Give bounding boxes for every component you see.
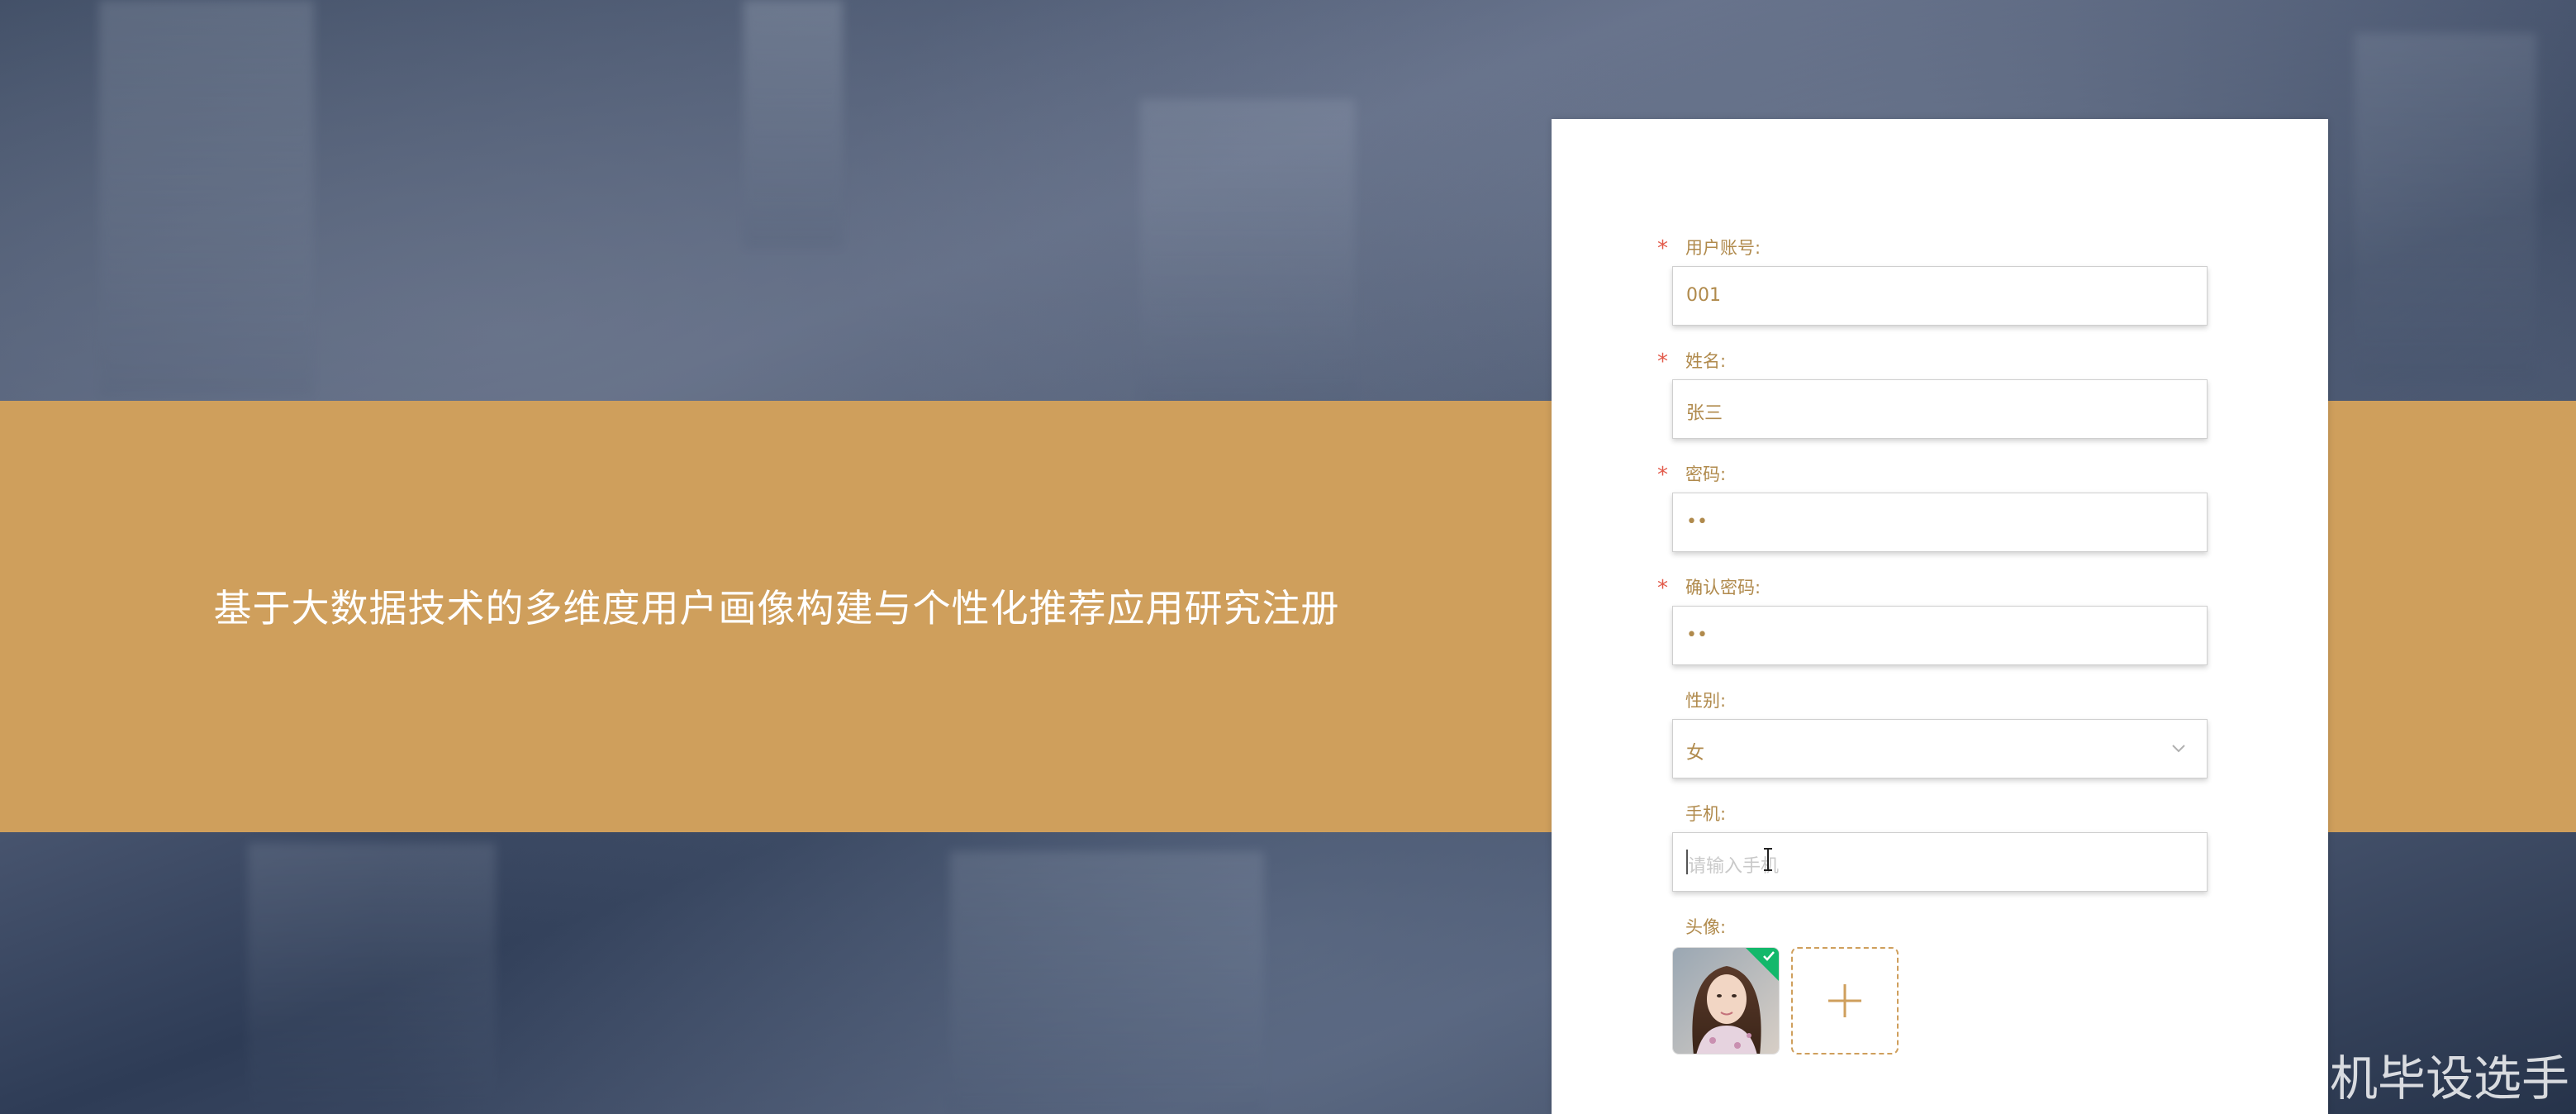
gender-label: 性别: <box>1685 691 1727 711</box>
password-value: •• <box>1686 512 1708 532</box>
confirm-password-label: 确认密码: <box>1685 578 1761 597</box>
gender-value: 女 <box>1686 743 1705 764</box>
confirm-password-input[interactable]: •• <box>1672 606 2208 665</box>
avatar-upload-button[interactable] <box>1791 947 1899 1054</box>
background-building <box>99 0 314 397</box>
background-building <box>1140 99 1355 413</box>
required-asterisk: * <box>1657 463 1668 488</box>
page-title: 基于大数据技术的多维度用户画像构建与个性化推荐应用研究注册 <box>213 586 1340 631</box>
avatar-thumbnail[interactable] <box>1672 947 1780 1054</box>
required-asterisk: * <box>1657 576 1668 601</box>
required-asterisk: * <box>1657 236 1668 261</box>
account-value: 001 <box>1686 285 1721 306</box>
page-background: 基于大数据技术的多维度用户画像构建与个性化推荐应用研究注册 * 用户账号: 00… <box>0 0 2576 1114</box>
required-asterisk: * <box>1657 350 1668 374</box>
name-label: 姓名: <box>1685 351 1727 371</box>
plus-icon <box>1828 984 1861 1017</box>
name-value: 张三 <box>1686 403 1723 424</box>
background-building <box>2355 33 2536 380</box>
gender-select[interactable]: 女 <box>1672 719 2208 778</box>
password-label: 密码: <box>1685 464 1727 484</box>
text-cursor-icon <box>1764 848 1772 871</box>
check-icon <box>1763 951 1775 961</box>
name-input[interactable]: 张三 <box>1672 379 2208 439</box>
account-label: 用户账号: <box>1685 238 1761 258</box>
chevron-down-icon[interactable] <box>2169 738 2189 758</box>
avatar-label: 头像: <box>1685 917 1727 937</box>
phone-input[interactable]: 请输入手机 <box>1672 832 2208 892</box>
account-input[interactable]: 001 <box>1672 266 2208 326</box>
phone-label: 手机: <box>1685 804 1727 824</box>
watermark: CSDN @计算机毕设选手 <box>2034 1050 2569 1107</box>
register-form-card: * 用户账号: 001 * 姓名: 张三 * 密码: •• * 确认密码: •• <box>1552 119 2328 1114</box>
confirm-password-value: •• <box>1686 625 1708 645</box>
background-building <box>248 843 496 1107</box>
password-input[interactable]: •• <box>1672 493 2208 552</box>
background-building <box>950 851 1264 1114</box>
background-building <box>744 0 843 248</box>
